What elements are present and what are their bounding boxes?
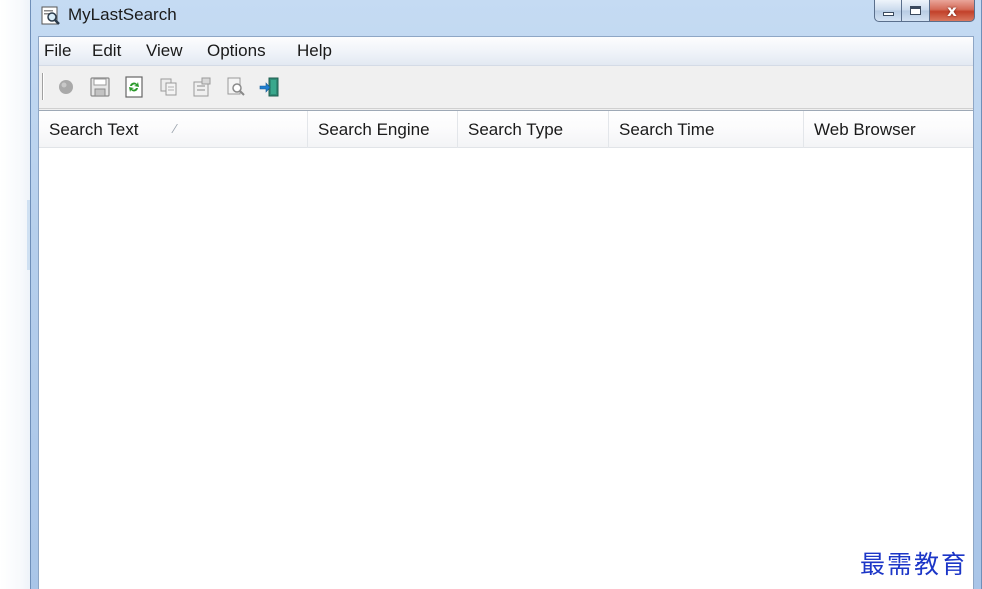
- menu-help[interactable]: Help: [297, 41, 332, 61]
- find-button[interactable]: [225, 76, 247, 98]
- refresh-icon: [125, 76, 143, 98]
- menu-file[interactable]: File: [44, 41, 71, 61]
- column-search-type[interactable]: Search Type: [458, 111, 609, 148]
- copy-button[interactable]: [158, 76, 180, 98]
- maximize-button[interactable]: [902, 0, 930, 22]
- menu-view[interactable]: View: [146, 41, 183, 61]
- desktop-background: [0, 0, 30, 589]
- maximize-icon: [910, 6, 921, 15]
- find-icon: [227, 77, 245, 96]
- record-icon: [59, 80, 73, 94]
- minimize-icon: [882, 11, 894, 16]
- menu-bar: File Edit View Options Help: [39, 37, 973, 66]
- results-list[interactable]: Search Text ⁄ Search Engine Search Type …: [39, 110, 973, 589]
- column-web-browser[interactable]: Web Browser: [804, 111, 973, 148]
- list-header: Search Text ⁄ Search Engine Search Type …: [39, 111, 973, 148]
- toolbar: [39, 67, 973, 109]
- refresh-button[interactable]: [123, 76, 145, 98]
- title-bar[interactable]: MyLastSearch x: [31, 0, 981, 33]
- window-title: MyLastSearch: [68, 5, 177, 24]
- app-icon: [41, 5, 61, 25]
- exit-icon: [259, 77, 279, 97]
- properties-icon: [193, 77, 211, 97]
- close-button[interactable]: x: [930, 0, 975, 22]
- save-icon: [90, 77, 110, 97]
- column-search-engine[interactable]: Search Engine: [308, 111, 458, 148]
- close-icon: x: [947, 1, 957, 20]
- watermark-text: 最需教育: [860, 550, 969, 579]
- client-area: File Edit View Options Help Search Text …: [38, 36, 974, 589]
- copy-icon: [160, 78, 177, 96]
- minimize-button[interactable]: [874, 0, 902, 22]
- menu-edit[interactable]: Edit: [92, 41, 121, 61]
- caption-buttons: x: [874, 0, 975, 24]
- column-search-time[interactable]: Search Time: [609, 111, 804, 148]
- toolbar-grip[interactable]: [42, 73, 44, 100]
- exit-button[interactable]: [259, 76, 281, 98]
- properties-button[interactable]: [191, 76, 213, 98]
- record-button[interactable]: [55, 76, 77, 98]
- app-window: MyLastSearch x File Edit View Options He…: [30, 0, 982, 589]
- sort-ascending-icon: ⁄: [174, 121, 177, 136]
- column-search-text[interactable]: Search Text ⁄: [39, 111, 308, 148]
- save-button[interactable]: [89, 76, 111, 98]
- menu-options[interactable]: Options: [207, 41, 266, 61]
